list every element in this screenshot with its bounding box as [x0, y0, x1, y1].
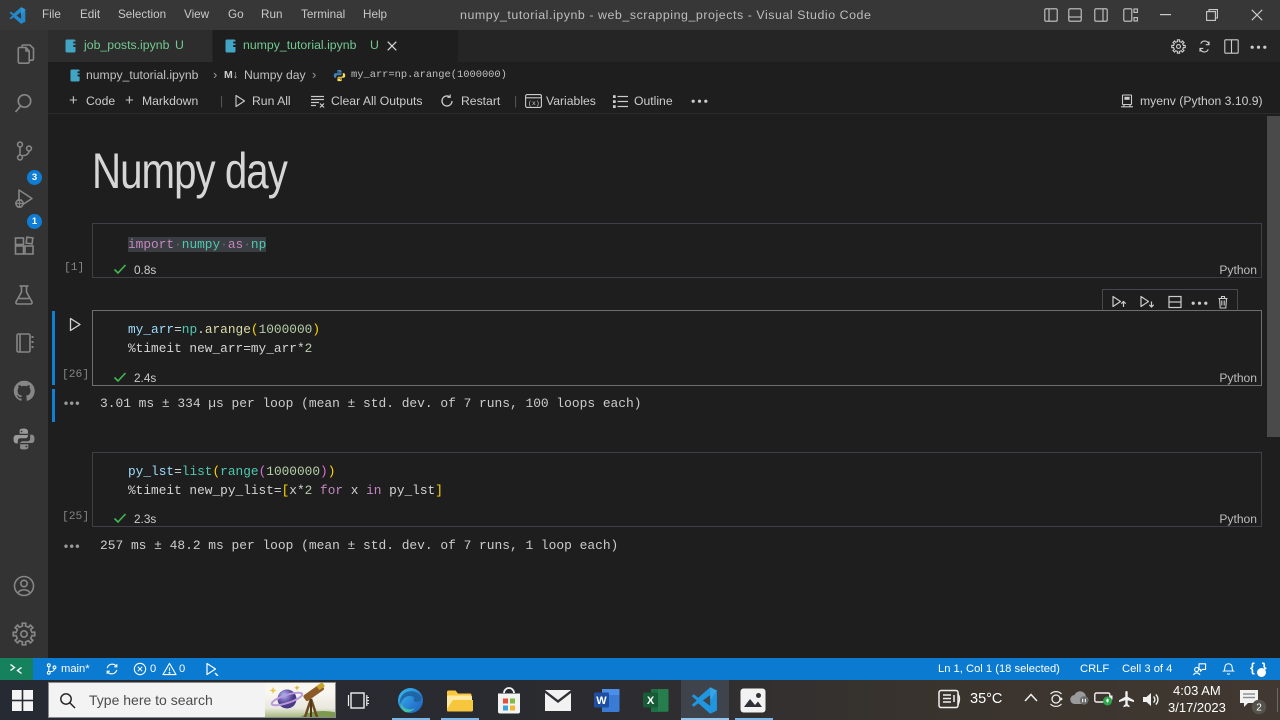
- svg-text:W: W: [596, 695, 607, 707]
- svg-text:2: 2: [1256, 703, 1262, 714]
- svg-text:(x): (x): [528, 100, 540, 107]
- svg-text:X: X: [647, 695, 655, 707]
